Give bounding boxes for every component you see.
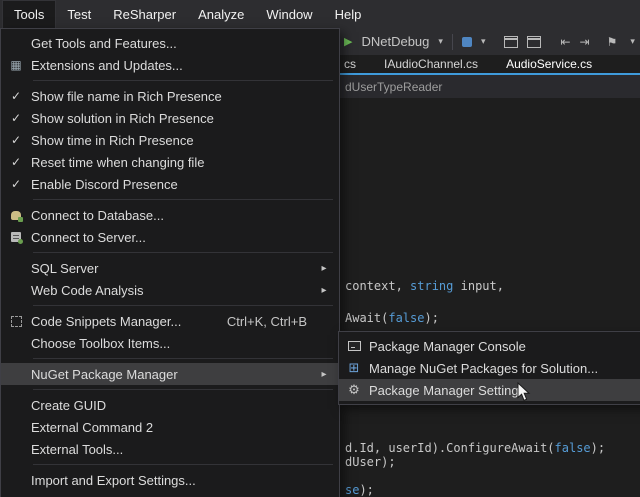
- code-line: context, string input,: [345, 279, 504, 293]
- menu-separator: [33, 305, 333, 306]
- checkmark-icon: ✓: [11, 111, 21, 125]
- breadcrumb: dUserTypeReader: [345, 80, 442, 94]
- extensions-icon: ▦: [10, 58, 21, 72]
- checkmark-icon: ✓: [11, 133, 21, 147]
- menu-item-nuget-package-manager[interactable]: NuGet Package Manager ▸: [1, 363, 339, 385]
- menu-item-create-guid[interactable]: Create GUID: [1, 394, 339, 416]
- snippets-icon: [11, 316, 22, 327]
- menu-item-enable-discord-presence[interactable]: ✓ Enable Discord Presence: [1, 173, 339, 195]
- visual-studio-window: Tools Test ReSharper Analyze Window Help…: [0, 0, 640, 497]
- menubar-item-help[interactable]: Help: [324, 0, 373, 28]
- menu-item-external-tools[interactable]: External Tools...: [1, 438, 339, 460]
- menu-item-manage-nuget-packages-solution[interactable]: ⊞ Manage NuGet Packages for Solution...: [339, 357, 640, 379]
- submenu-arrow-icon: ▸: [315, 285, 333, 296]
- checkmark-icon: ✓: [11, 155, 21, 169]
- tab-iaudiochannel[interactable]: IAudioChannel.cs: [370, 57, 492, 71]
- menu-item-import-export-settings[interactable]: Import and Export Settings...: [1, 469, 339, 491]
- code-line: Await(false);: [345, 311, 439, 325]
- nuget-submenu: Package Manager Console ⊞ Manage NuGet P…: [338, 331, 640, 405]
- menu-item-choose-toolbox-items[interactable]: Choose Toolbox Items...: [1, 332, 339, 354]
- debug-target-selector[interactable]: DNetDebug: [361, 34, 429, 49]
- menu-item-web-code-analysis[interactable]: Web Code Analysis ▸: [1, 279, 339, 301]
- menu-separator: [33, 252, 333, 253]
- code-line: dUser);: [345, 455, 396, 469]
- packages-icon: ⊞: [349, 361, 360, 376]
- menu-separator: [33, 389, 333, 390]
- menu-separator: [33, 199, 333, 200]
- database-icon: [11, 211, 21, 220]
- menu-item-package-manager-console[interactable]: Package Manager Console: [339, 335, 640, 357]
- menu-item-package-manager-settings[interactable]: ⚙ Package Manager Settings: [339, 379, 640, 401]
- menu-item-get-tools-and-features[interactable]: Get Tools and Features...: [1, 32, 339, 54]
- tab-audioservice[interactable]: AudioService.cs: [492, 57, 606, 71]
- chevron-down-icon[interactable]: ▾: [438, 37, 443, 47]
- menu-separator: [33, 464, 333, 465]
- menubar-item-analyze[interactable]: Analyze: [187, 0, 255, 28]
- window-pane-icon[interactable]: [504, 36, 518, 48]
- menu-item-show-time-rich-presence[interactable]: ✓ Show time in Rich Presence: [1, 129, 339, 151]
- menu-item-connect-to-database[interactable]: Connect to Database...: [1, 204, 339, 226]
- menu-item-reset-time-changing-file[interactable]: ✓ Reset time when changing file: [1, 151, 339, 173]
- menubar-item-tools[interactable]: Tools: [2, 0, 56, 28]
- indent-decrease-icon[interactable]: ⇤: [560, 35, 570, 49]
- menu-item-sql-server[interactable]: SQL Server ▸: [1, 257, 339, 279]
- window-pane-arrow-icon[interactable]: [527, 36, 541, 48]
- menu-item-show-file-name-rich-presence[interactable]: ✓ Show file name in Rich Presence: [1, 85, 339, 107]
- menu-item-customize[interactable]: Customize...: [1, 491, 339, 497]
- bookmark-icon[interactable]: ⚑: [607, 35, 618, 49]
- start-debug-icon[interactable]: ▶: [344, 35, 352, 48]
- server-icon: [11, 232, 21, 242]
- tools-menu: Get Tools and Features... ▦ Extensions a…: [0, 28, 340, 497]
- indent-increase-icon[interactable]: ⇥: [580, 35, 590, 49]
- toolbar-separator: [452, 34, 453, 50]
- menu-item-extensions-and-updates[interactable]: ▦ Extensions and Updates...: [1, 54, 339, 76]
- submenu-arrow-icon: ▸: [315, 263, 333, 274]
- menubar: Tools Test ReSharper Analyze Window Help: [0, 0, 640, 28]
- menu-item-external-command-2[interactable]: External Command 2: [1, 416, 339, 438]
- chevron-down-icon[interactable]: ▾: [481, 37, 486, 47]
- console-icon: [348, 341, 361, 351]
- menu-item-show-solution-rich-presence[interactable]: ✓ Show solution in Rich Presence: [1, 107, 339, 129]
- code-line: d.Id, userId).ConfigureAwait(false);: [345, 441, 605, 455]
- checkmark-icon: ✓: [11, 89, 21, 103]
- menubar-item-test[interactable]: Test: [56, 0, 102, 28]
- menubar-item-window[interactable]: Window: [255, 0, 323, 28]
- checkmark-icon: ✓: [11, 177, 21, 191]
- toolbar-overflow-icon[interactable]: ▾: [630, 37, 635, 47]
- menu-separator: [33, 358, 333, 359]
- menu-item-connect-to-server[interactable]: Connect to Server...: [1, 226, 339, 248]
- code-line: se);: [345, 483, 374, 497]
- menu-separator: [33, 80, 333, 81]
- gear-icon: ⚙: [348, 383, 360, 398]
- submenu-arrow-icon: ▸: [315, 369, 333, 380]
- shortcut-label: Ctrl+K, Ctrl+B: [227, 314, 307, 329]
- find-tool-icon[interactable]: [462, 37, 472, 47]
- menu-item-code-snippets-manager[interactable]: Code Snippets Manager... Ctrl+K, Ctrl+B: [1, 310, 339, 332]
- menubar-item-resharper[interactable]: ReSharper: [102, 0, 187, 28]
